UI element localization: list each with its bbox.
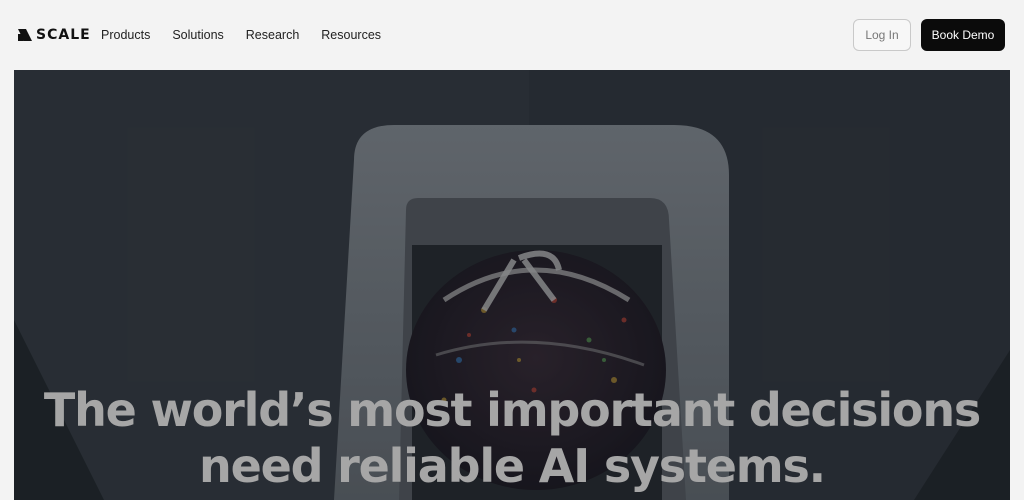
hero-headline-line-1: The world’s most important decisions: [43, 383, 981, 437]
book-demo-button[interactable]: Book Demo: [921, 19, 1005, 51]
scale-logo[interactable]: SCALE: [18, 26, 91, 44]
nav-link-products[interactable]: Products: [101, 26, 150, 44]
hero-headline: The world’s most important decisions nee…: [14, 382, 1010, 494]
nav-link-resources[interactable]: Resources: [321, 26, 381, 44]
hero-section: The world’s most important decisions nee…: [14, 70, 1010, 500]
top-navigation: SCALE Products Solutions Research Resour…: [0, 0, 1024, 70]
nav-link-research[interactable]: Research: [246, 26, 300, 44]
login-button[interactable]: Log In: [853, 19, 911, 51]
brand-name: SCALE: [36, 27, 91, 43]
primary-nav: Products Solutions Research Resources: [101, 26, 403, 44]
nav-link-solutions[interactable]: Solutions: [172, 26, 223, 44]
scale-logo-icon: [18, 29, 32, 41]
hero-headline-line-2: need reliable AI systems.: [199, 439, 826, 493]
